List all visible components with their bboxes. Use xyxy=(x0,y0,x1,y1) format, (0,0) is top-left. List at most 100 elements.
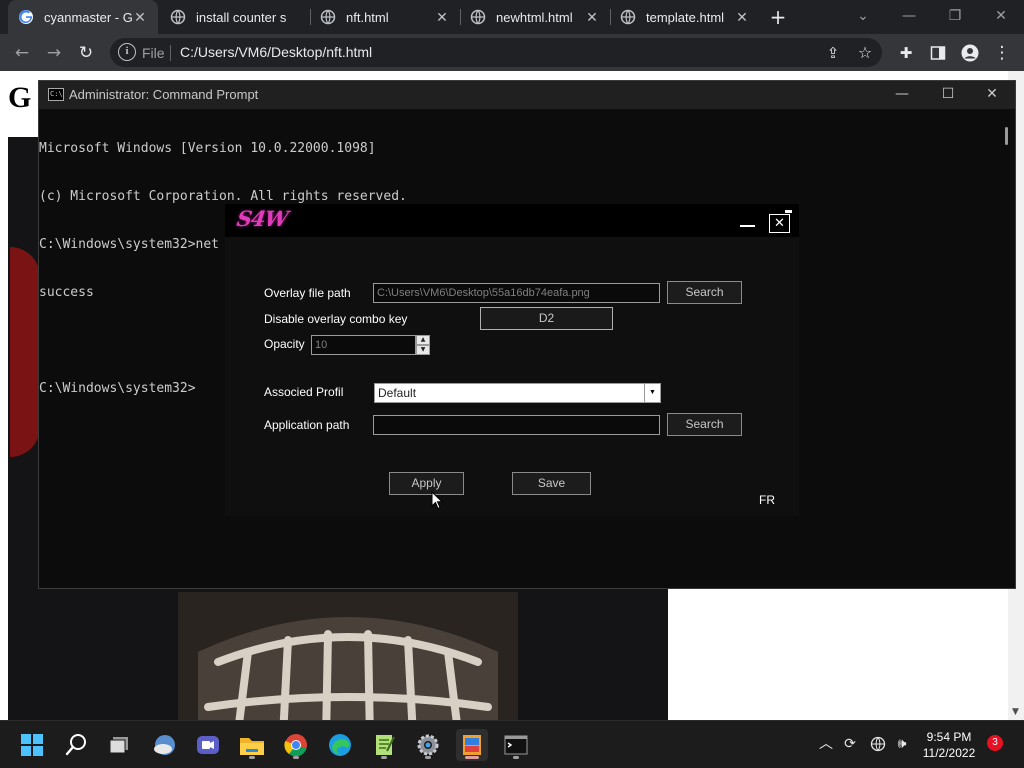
clock-time: 9:54 PM xyxy=(926,730,972,744)
bookmark-star-icon[interactable]: ☆ xyxy=(852,40,878,66)
task-view-icon xyxy=(109,737,128,754)
profile-select[interactable]: Default ▼ xyxy=(374,383,661,403)
globe-icon xyxy=(320,9,336,25)
tab-label: template.html xyxy=(646,9,725,25)
page-heading: G xyxy=(8,81,32,114)
running-indicator xyxy=(293,756,299,759)
address-divider xyxy=(170,45,171,61)
tab-label: newhtml.html xyxy=(496,9,573,25)
opacity-input[interactable]: 10 xyxy=(311,335,416,355)
new-tab-button[interactable]: + xyxy=(766,5,790,29)
tab-newhtml[interactable]: newhtml.html ✕ xyxy=(460,0,610,34)
tab-label: nft.html xyxy=(346,9,389,25)
volume-icon[interactable]: 🕪 xyxy=(892,733,912,755)
side-panel-icon[interactable] xyxy=(925,40,951,66)
combo-key-button[interactable]: D2 xyxy=(480,307,613,330)
terminal-button[interactable] xyxy=(500,729,532,761)
sync-icon[interactable]: ⟳ xyxy=(840,733,860,755)
address-bar[interactable]: i File C:/Users/VM6/Desktop/nft.html ⇪ ☆ xyxy=(110,38,882,67)
running-indicator xyxy=(381,756,387,759)
forward-button[interactable]: → xyxy=(41,40,67,66)
s4w-overlay-dialog[interactable]: S4W ✕ Overlay file path C:\Users\VM6\Des… xyxy=(225,204,799,516)
tab-close-icon[interactable]: ✕ xyxy=(734,9,750,26)
chevron-down-icon[interactable]: ▼ xyxy=(644,384,660,402)
tab-template[interactable]: template.html ✕ xyxy=(610,0,760,34)
active-indicator xyxy=(465,756,479,759)
chrome-button[interactable] xyxy=(280,729,312,761)
edge-button[interactable] xyxy=(324,729,356,761)
cmd-title: Administrator: Command Prompt xyxy=(69,87,259,102)
widgets-button[interactable] xyxy=(148,729,180,761)
s4w-titlebar[interactable]: S4W ✕ xyxy=(225,204,799,237)
opacity-label: Opacity xyxy=(264,337,305,351)
teams-chat-button[interactable] xyxy=(192,729,224,761)
extensions-icon[interactable]: ✚ xyxy=(893,40,919,66)
globe-network-icon[interactable] xyxy=(868,733,888,755)
browser-restore-button[interactable]: ❐ xyxy=(932,0,978,34)
file-explorer-button[interactable] xyxy=(236,729,268,761)
cmd-minimize-button[interactable]: — xyxy=(879,81,925,109)
windows-logo-icon xyxy=(21,734,43,756)
share-icon[interactable]: ⇪ xyxy=(820,40,846,66)
save-button[interactable]: Save xyxy=(512,472,591,495)
apply-button[interactable]: Apply xyxy=(389,472,464,495)
browser-close-button[interactable]: ✕ xyxy=(978,0,1024,34)
cmd-maximize-button[interactable]: ☐ xyxy=(925,81,971,109)
app-path-input[interactable] xyxy=(373,415,660,435)
s4w-close-button[interactable]: ✕ xyxy=(769,214,790,233)
tab-label: cyanmaster - Go xyxy=(44,9,132,25)
profile-avatar-icon[interactable] xyxy=(957,40,983,66)
cmd-close-button[interactable]: ✕ xyxy=(969,81,1015,109)
task-view-button[interactable] xyxy=(104,729,136,761)
info-icon[interactable]: i xyxy=(118,43,136,61)
running-indicator xyxy=(513,756,519,759)
s4w-logo: S4W xyxy=(235,206,290,231)
taskbar-clock[interactable]: 9:54 PM 11/2/2022 xyxy=(914,729,984,761)
tab-close-icon[interactable]: ✕ xyxy=(132,9,148,26)
cmd-scrollbar-thumb[interactable] xyxy=(1005,127,1008,145)
browser-toolbar: ← → ↻ i File C:/Users/VM6/Desktop/nft.ht… xyxy=(0,34,1024,71)
paint-app-button[interactable] xyxy=(456,729,488,761)
overlay-search-button[interactable]: Search xyxy=(667,281,742,304)
opacity-down-icon[interactable]: ▼ xyxy=(416,345,430,355)
overlay-path-input[interactable]: C:\Users\VM6\Desktop\55a16db74eafa.png xyxy=(373,283,660,303)
tab-nft-html[interactable]: nft.html ✕ xyxy=(310,0,460,34)
console-line: (c) Microsoft Corporation. All rights re… xyxy=(39,189,407,204)
opacity-up-icon[interactable]: ▲ xyxy=(416,335,430,345)
photo-red-shape xyxy=(10,247,40,457)
settings-button[interactable] xyxy=(412,729,444,761)
language-toggle[interactable]: FR xyxy=(759,493,775,507)
tray-chevron-icon[interactable]: ︿ xyxy=(816,733,836,755)
back-button[interactable]: ← xyxy=(9,40,35,66)
taskbar: ︿ ⟳ 🕪 9:54 PM 11/2/2022 xyxy=(0,720,1024,768)
tab-install-counter[interactable]: install counter s xyxy=(160,0,310,34)
desktop: cyanmaster - Go ✕ install counter s nft.… xyxy=(0,0,1024,768)
running-indicator xyxy=(425,756,431,759)
scroll-down-icon[interactable]: ▼ xyxy=(1012,707,1019,717)
globe-icon xyxy=(170,9,186,25)
globe-icon xyxy=(620,9,636,25)
cmd-titlebar[interactable]: C:\ Administrator: Command Prompt — ☐ ✕ xyxy=(39,81,1015,109)
taskbar-search-button[interactable] xyxy=(60,729,92,761)
video-chat-icon xyxy=(197,736,219,754)
notification-badge[interactable]: 3 xyxy=(987,735,1003,751)
tab-close-icon[interactable]: ✕ xyxy=(584,9,600,26)
profile-select-value: Default xyxy=(378,386,417,400)
reload-button[interactable]: ↻ xyxy=(73,40,99,66)
mask-grill-image xyxy=(178,592,518,720)
app-search-button[interactable]: Search xyxy=(667,413,742,436)
browser-menu-icon[interactable]: ⋮ xyxy=(989,40,1015,66)
app-path-label: Application path xyxy=(264,418,350,432)
tab-search-icon[interactable]: ⌄ xyxy=(840,0,886,34)
address-scheme-label: File xyxy=(142,45,165,61)
s4w-minimize-button[interactable] xyxy=(740,225,755,227)
notepad-plus-button[interactable] xyxy=(368,729,400,761)
tab-close-icon[interactable]: ✕ xyxy=(434,9,450,26)
google-icon xyxy=(19,10,33,24)
start-button[interactable] xyxy=(16,729,48,761)
combo-key-label: Disable overlay combo key xyxy=(264,312,408,326)
address-url[interactable]: C:/Users/VM6/Desktop/nft.html xyxy=(180,44,372,60)
tab-cyanmaster[interactable]: cyanmaster - Go ✕ xyxy=(8,0,158,34)
cmd-app-icon: C:\ xyxy=(48,88,64,101)
browser-minimize-button[interactable]: — xyxy=(886,0,932,34)
